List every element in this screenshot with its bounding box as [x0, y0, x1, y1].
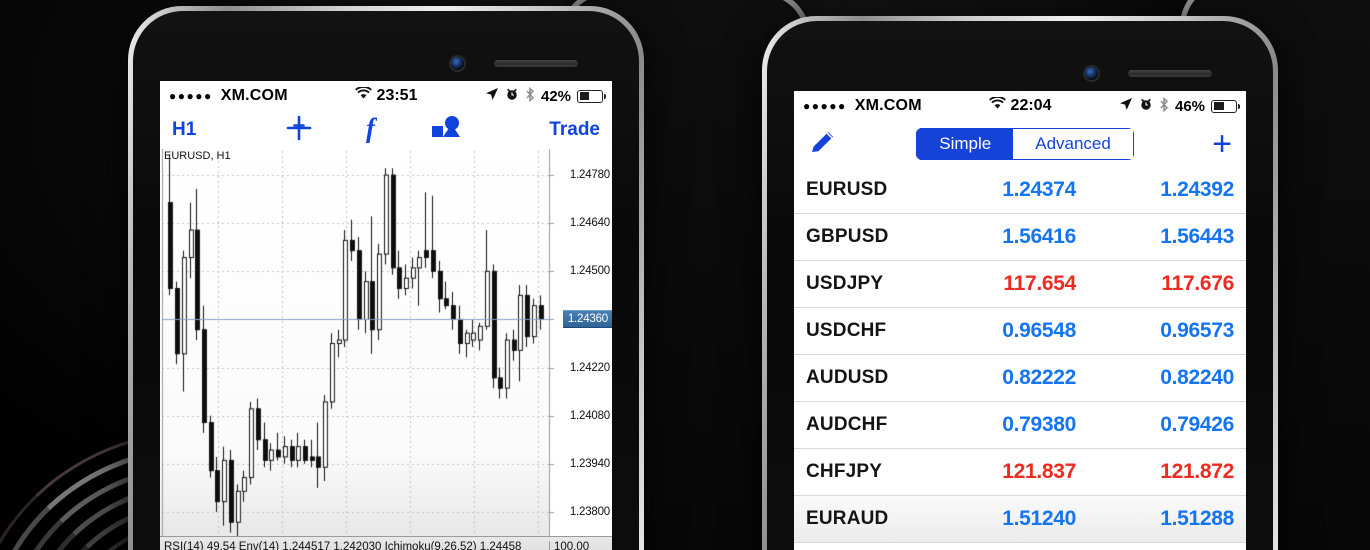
- quote-bid: 0.79380: [1002, 413, 1076, 436]
- phone-left-chart: ●●●●● XM.COM 23:51 42% H1 f Trade EURUSD…: [128, 6, 644, 550]
- objects-icon[interactable]: [431, 115, 461, 146]
- quote-bid: 0.82222: [1002, 366, 1076, 389]
- quote-symbol: EURAUD: [806, 508, 889, 529]
- quote-ask: 1.56443: [1160, 225, 1234, 248]
- quote-row[interactable]: EURUSD 1.24374 1.24392: [794, 167, 1246, 214]
- svg-text:f: f: [366, 113, 378, 143]
- clock-time-left: 23:51: [376, 87, 418, 104]
- quote-ask: 121.872: [1160, 460, 1234, 483]
- quote-bid: 1.24374: [1002, 178, 1076, 201]
- screen-right: ●●●●● XM.COM 22:04 46% Simple Advanced +…: [794, 91, 1246, 550]
- chart-toolbar: H1 f Trade: [160, 111, 612, 149]
- battery-percent-left: 42%: [540, 87, 572, 105]
- crosshair-icon[interactable]: [285, 114, 313, 147]
- front-camera-icon: [451, 57, 464, 70]
- quote-row[interactable]: AUDCHF 0.79380 0.79426: [794, 402, 1246, 449]
- clock-time-right: 22:04: [1010, 97, 1052, 114]
- carrier-label-right: XM.COM: [854, 97, 922, 114]
- wifi-icon: [354, 86, 372, 105]
- plus-icon[interactable]: +: [1212, 127, 1232, 161]
- quote-row[interactable]: GBPUSD 1.56416 1.56443: [794, 214, 1246, 261]
- price-axis-tick: 1.24220: [569, 361, 610, 374]
- quote-bid: 1.51240: [1002, 507, 1076, 530]
- quote-bid: 0.96548: [1002, 319, 1076, 342]
- earpiece-speaker-right: [1128, 70, 1212, 77]
- quotes-toolbar: Simple Advanced +: [794, 121, 1246, 167]
- phone-right-quotes: ●●●●● XM.COM 22:04 46% Simple Advanced +…: [762, 16, 1278, 550]
- price-chart[interactable]: EURUSD, H1 1.24780 1.24640 1.24500 1.24220 1…: [160, 149, 612, 550]
- quote-ask: 117.676: [1161, 272, 1234, 295]
- pencil-icon[interactable]: [808, 127, 838, 162]
- bluetooth-icon-right: [1159, 96, 1169, 116]
- quote-ask: 1.24392: [1160, 178, 1234, 201]
- price-axis-tick: 1.23940: [569, 457, 610, 470]
- quote-symbol: CHFJPY: [806, 461, 883, 482]
- trade-button[interactable]: Trade: [549, 119, 600, 141]
- function-f-icon[interactable]: f: [361, 113, 383, 148]
- quote-ask: 0.96573: [1160, 319, 1234, 342]
- tab-simple[interactable]: Simple: [916, 128, 1014, 160]
- quote-symbol: AUDCHF: [806, 414, 888, 435]
- quote-bid: 121.837: [1002, 460, 1076, 483]
- current-price-tag: 1.24360: [562, 310, 612, 329]
- quote-symbol: AUDUSD: [806, 367, 889, 388]
- price-axis-tick: 1.24080: [569, 409, 610, 422]
- alarm-clock-icon: [505, 87, 519, 105]
- signal-strength-icon-right: ●●●●●: [803, 99, 847, 113]
- chart-title-label: EURUSD, H1: [164, 150, 231, 162]
- screenshot-stage: ●●●●● XM.COM 23:51 42% H1 f Trade EURUSD…: [0, 0, 1370, 550]
- indicator-values: RSI(14) 49.54 Env(14) 1.244517 1.242030 …: [164, 540, 522, 550]
- price-axis-tick: 1.24640: [569, 217, 610, 230]
- signal-strength-icon: ●●●●●: [169, 89, 213, 103]
- alarm-clock-icon-right: [1139, 97, 1153, 115]
- timeframe-button[interactable]: H1: [172, 119, 196, 141]
- quote-row[interactable]: AUDUSD 0.82222 0.82240: [794, 355, 1246, 402]
- quotes-list[interactable]: EURUSD 1.24374 1.24392 GBPUSD 1.56416 1.56443…: [794, 167, 1246, 543]
- battery-icon: [577, 89, 607, 103]
- wifi-icon-right: [988, 96, 1006, 115]
- quote-symbol: USDCHF: [806, 320, 887, 341]
- quote-ask: 1.51288: [1160, 507, 1234, 530]
- quote-row[interactable]: USDCHF 0.96548 0.96573: [794, 308, 1246, 355]
- indicator-status-bar: RSI(14) 49.54 Env(14) 1.244517 1.242030 …: [160, 536, 612, 550]
- quote-row[interactable]: USDJPY 117.654 117.676: [794, 261, 1246, 308]
- carrier-label: XM.COM: [220, 87, 288, 104]
- location-arrow-icon: [485, 87, 499, 105]
- screen-left: ●●●●● XM.COM 23:51 42% H1 f Trade EURUSD…: [160, 81, 612, 550]
- tab-advanced[interactable]: Advanced: [1013, 128, 1134, 160]
- quote-ask: 0.79426: [1160, 413, 1234, 436]
- quote-symbol: USDJPY: [806, 273, 884, 294]
- earpiece-speaker: [494, 60, 578, 67]
- indicator-scale-value: 100.00: [549, 540, 612, 550]
- status-bar-left: ●●●●● XM.COM 23:51 42%: [160, 81, 612, 111]
- view-mode-segmented-control[interactable]: Simple Advanced: [916, 128, 1134, 160]
- candlestick-canvas[interactable]: [160, 149, 612, 550]
- quote-row[interactable]: CHFJPY 121.837 121.872: [794, 449, 1246, 496]
- quote-ask: 0.82240: [1160, 366, 1234, 389]
- quote-symbol: GBPUSD: [806, 226, 889, 247]
- quote-symbol: EURUSD: [806, 179, 888, 200]
- price-axis-tick: 1.24780: [569, 169, 610, 182]
- battery-icon-right: [1211, 99, 1241, 113]
- location-arrow-icon-right: [1119, 97, 1133, 115]
- quote-bid: 1.56416: [1002, 225, 1076, 248]
- quote-row[interactable]: EURAUD 1.51240 1.51288: [794, 496, 1246, 543]
- front-camera-icon-right: [1085, 67, 1098, 80]
- battery-percent-right: 46%: [1174, 97, 1206, 115]
- quote-bid: 117.654: [1003, 272, 1076, 295]
- price-axis-tick: 1.23800: [569, 505, 610, 518]
- status-bar-right: ●●●●● XM.COM 22:04 46%: [794, 91, 1246, 121]
- bluetooth-icon: [525, 86, 535, 106]
- price-axis-tick: 1.24500: [569, 265, 610, 278]
